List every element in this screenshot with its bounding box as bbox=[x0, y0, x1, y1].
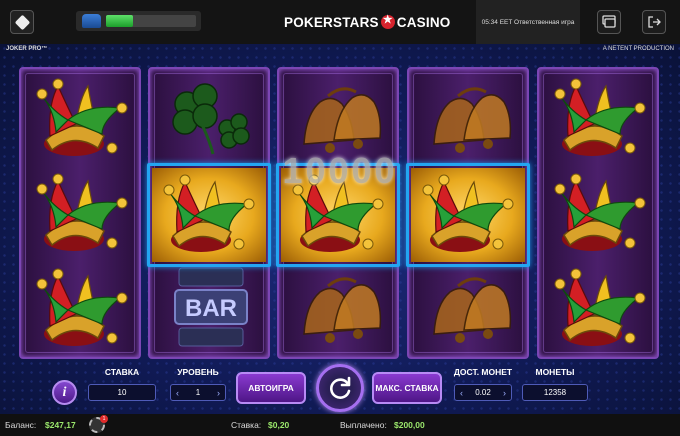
top-bar: POKERSTARS CASINO 05:34 EET Ответственна… bbox=[0, 0, 680, 44]
bar-icon: BAR bbox=[157, 264, 265, 356]
coin-value-stepper[interactable]: ‹ 0.02 › bbox=[454, 384, 512, 401]
level-stepper[interactable]: ‹ 1 › bbox=[170, 384, 226, 401]
coin-increase-icon[interactable]: › bbox=[503, 388, 506, 398]
exit-icon bbox=[648, 16, 661, 28]
coin-value-label: ДОСТ. МОНЕТ bbox=[453, 367, 513, 377]
max-bet-button[interactable]: МАКС. СТАВКА bbox=[372, 372, 442, 404]
coin-decrease-icon[interactable]: ‹ bbox=[460, 388, 463, 398]
stake-label: Ставка: bbox=[231, 420, 262, 430]
cashier-button[interactable] bbox=[597, 10, 621, 34]
autoplay-button[interactable]: АВТОИГРА bbox=[236, 372, 306, 404]
star-icon bbox=[380, 13, 395, 29]
cashier-progress[interactable] bbox=[76, 11, 201, 31]
reel-5 bbox=[537, 67, 659, 359]
bet-field[interactable]: 10 bbox=[88, 384, 156, 401]
bet-value: 10 bbox=[117, 388, 127, 397]
exit-button[interactable] bbox=[642, 10, 666, 34]
paid-label: Выплачено: bbox=[340, 420, 387, 430]
brand-logo: POKERSTARS CASINO bbox=[284, 13, 450, 31]
bell-icon bbox=[416, 264, 524, 356]
notification-badge: 1 bbox=[100, 415, 108, 423]
home-button[interactable] bbox=[10, 10, 34, 34]
level-decrease-icon[interactable]: ‹ bbox=[176, 388, 179, 398]
clover-icon bbox=[157, 74, 265, 166]
coins-field: 12358 bbox=[522, 384, 588, 401]
provider-label: A NETENT PRODUCTION bbox=[602, 46, 674, 52]
coins-value: 12358 bbox=[543, 388, 567, 397]
brand-right-text: CASINO bbox=[396, 14, 451, 30]
bet-label: СТАВКА bbox=[104, 367, 140, 377]
level-value: 1 bbox=[195, 388, 201, 397]
session-text: 05:34 EET Ответственная игра bbox=[481, 18, 575, 26]
balance-value: $247,17 bbox=[45, 420, 76, 430]
bell-icon bbox=[286, 264, 394, 356]
autoplay-label: АВТОИГРА bbox=[248, 383, 294, 393]
jester-icon bbox=[546, 264, 654, 356]
progress-fill bbox=[106, 15, 133, 27]
lobby-icon bbox=[14, 14, 30, 30]
jester-icon bbox=[28, 264, 136, 356]
max-bet-label: МАКС. СТАВКА bbox=[375, 383, 439, 393]
info-button[interactable]: i bbox=[52, 380, 77, 405]
jester-icon bbox=[155, 170, 263, 262]
coins-label: МОНЕТЫ bbox=[535, 367, 575, 377]
cards-icon bbox=[602, 15, 616, 28]
paid-value: $200,00 bbox=[394, 420, 425, 430]
status-bar: Баланс: $247,17 1 Ставка: $0,20 Выплачен… bbox=[0, 414, 680, 436]
svg-text:BAR: BAR bbox=[185, 295, 237, 322]
session-info[interactable]: 05:34 EET Ответственная игра bbox=[476, 0, 580, 44]
coin-value: 0.02 bbox=[475, 388, 491, 397]
jester-icon bbox=[28, 74, 136, 166]
spin-icon bbox=[330, 376, 351, 399]
bell-icon bbox=[416, 74, 524, 166]
reel-1 bbox=[19, 67, 141, 359]
win-amount: 10000 bbox=[282, 150, 398, 191]
balance-label: Баланс: bbox=[5, 420, 37, 430]
jester-icon bbox=[28, 169, 136, 261]
game-area: JOKER PRO™ A NETENT PRODUCTION BAR 10000… bbox=[0, 44, 680, 414]
stake-value: $0,20 bbox=[268, 420, 290, 430]
level-increase-icon[interactable]: › bbox=[217, 388, 220, 398]
jester-icon bbox=[414, 170, 522, 262]
game-title: JOKER PRO™ bbox=[6, 46, 48, 52]
level-label: УРОВЕНЬ bbox=[177, 367, 219, 377]
treasure-chest-icon bbox=[82, 14, 101, 28]
progress-track bbox=[106, 15, 196, 27]
jester-icon bbox=[546, 74, 654, 166]
info-icon: i bbox=[62, 384, 67, 400]
brand-left-text: POKERSTARS bbox=[284, 14, 379, 30]
spin-button[interactable] bbox=[316, 364, 364, 412]
jester-icon bbox=[546, 169, 654, 261]
